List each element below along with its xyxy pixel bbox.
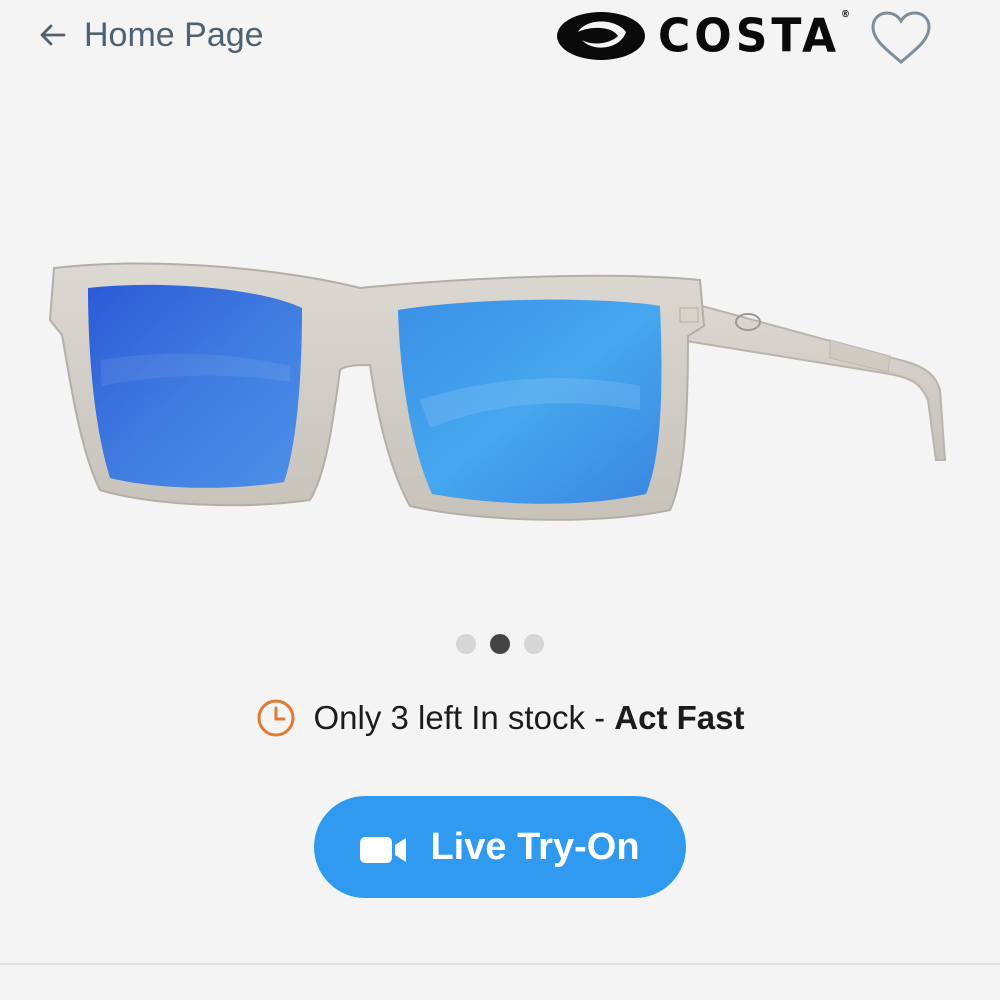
product-image[interactable] — [40, 160, 980, 540]
sunglasses-image — [48, 262, 947, 521]
video-camera-icon — [360, 832, 408, 863]
stock-message: Only 3 left In stock - Act Fast — [314, 699, 745, 737]
stock-notice: Only 3 left In stock - Act Fast — [0, 698, 1000, 738]
live-try-on-label: Live Try-On — [430, 825, 640, 868]
registered-mark: ® — [841, 9, 855, 20]
favorite-button[interactable] — [870, 10, 932, 66]
carousel-dots — [0, 634, 1000, 654]
carousel-dot-2[interactable] — [490, 634, 510, 654]
heart-icon — [871, 11, 931, 64]
carousel-dot-1[interactable] — [456, 634, 476, 654]
stock-emphasis: Act Fast — [614, 699, 745, 736]
brand-logo-mark — [556, 10, 646, 62]
stock-message-text: Only 3 left In stock - — [313, 699, 615, 736]
clock-icon — [256, 698, 296, 738]
brand-wordmark: COSTA® — [658, 9, 854, 63]
back-link-label: Home Page — [84, 15, 264, 54]
brand-name: COSTA — [658, 9, 841, 63]
carousel-dot-3[interactable] — [524, 634, 544, 654]
live-try-on-button[interactable]: Live Try-On — [314, 796, 686, 898]
brand-logo[interactable]: COSTA® — [556, 9, 854, 63]
section-divider — [0, 963, 1000, 965]
arrow-left-icon — [38, 20, 68, 50]
back-to-home-link[interactable]: Home Page — [38, 12, 264, 58]
product-page: Home Page COSTA® Only 3 left In stock - … — [0, 0, 1000, 1000]
